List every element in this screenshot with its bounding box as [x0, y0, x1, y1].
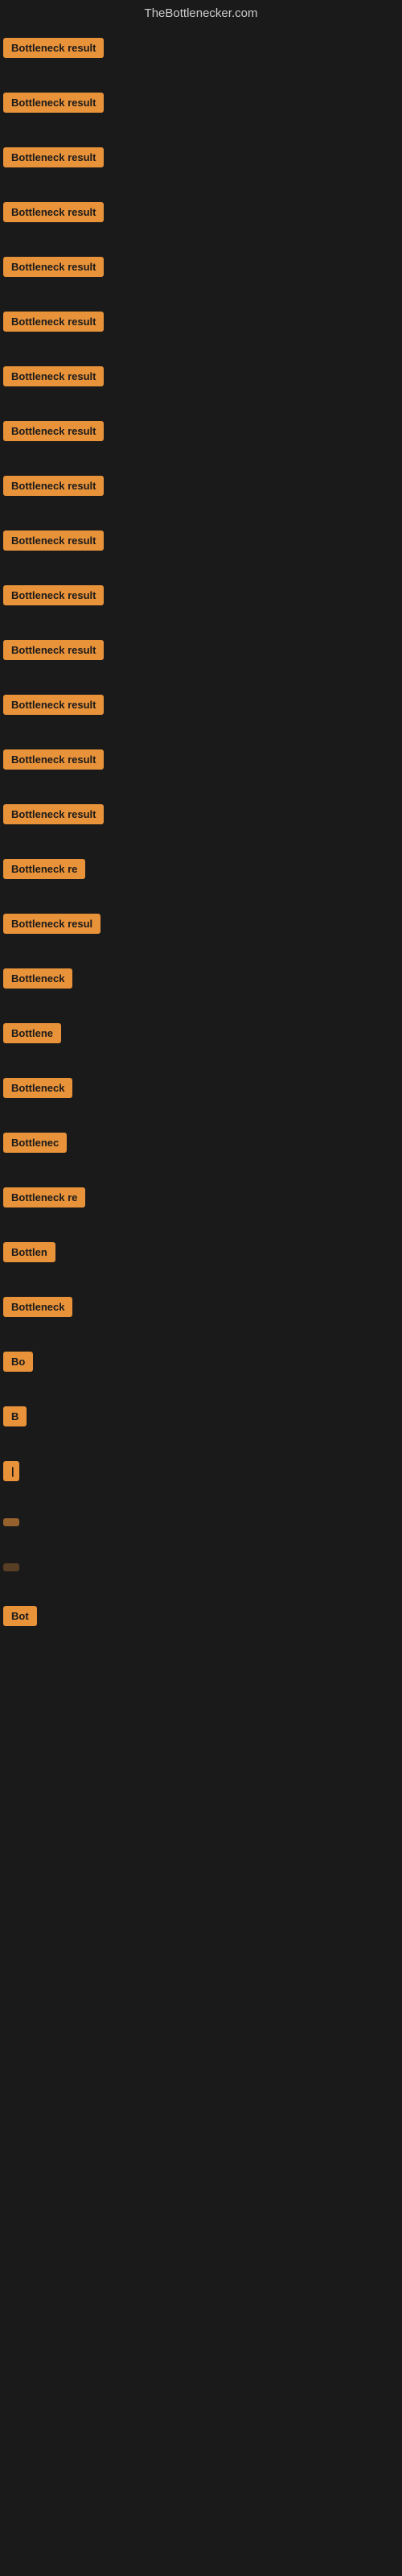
bottleneck-badge[interactable]: Bottleneck — [3, 1078, 72, 1098]
list-item[interactable]: Bottleneck result — [3, 30, 402, 85]
bottleneck-badge[interactable]: | — [3, 1461, 19, 1481]
list-item[interactable]: Bottleneck result — [3, 741, 402, 796]
site-title: TheBottlenecker.com — [145, 6, 258, 20]
list-item[interactable] — [3, 1553, 402, 1598]
list-item[interactable]: Bottleneck result — [3, 522, 402, 577]
bottleneck-badge[interactable]: Bottleneck result — [3, 585, 104, 605]
bottleneck-badge[interactable]: Bottleneck re — [3, 1187, 85, 1208]
bottleneck-badge[interactable] — [3, 1563, 19, 1571]
bottleneck-badge[interactable]: Bo — [3, 1352, 33, 1372]
bottleneck-badge[interactable]: Bottleneck result — [3, 312, 104, 332]
list-item[interactable]: Bottleneck result — [3, 413, 402, 468]
bottleneck-badge[interactable]: B — [3, 1406, 27, 1426]
bottleneck-badge[interactable]: Bottleneck — [3, 968, 72, 989]
bottleneck-badge[interactable]: Bottleneck result — [3, 476, 104, 496]
bottleneck-list: Bottleneck result Bottleneck result Bottle… — [0, 30, 402, 1653]
list-item[interactable]: Bottlen — [3, 1234, 402, 1289]
list-item[interactable]: Bottleneck result — [3, 468, 402, 522]
list-item[interactable]: Bottleneck result — [3, 796, 402, 851]
list-item[interactable]: Bottleneck result — [3, 139, 402, 194]
list-item[interactable]: Bottleneck result — [3, 303, 402, 358]
list-item[interactable]: Bottleneck result — [3, 358, 402, 413]
list-item[interactable]: Bo — [3, 1344, 402, 1398]
list-item[interactable]: Bottleneck result — [3, 632, 402, 687]
list-item[interactable] — [3, 1508, 402, 1553]
list-item[interactable]: Bottleneck result — [3, 577, 402, 632]
bottleneck-badge[interactable]: Bottleneck result — [3, 804, 104, 824]
bottleneck-badge[interactable]: Bottleneck — [3, 1297, 72, 1317]
list-item[interactable]: B — [3, 1398, 402, 1453]
bottleneck-badge[interactable]: Bottleneck result — [3, 640, 104, 660]
site-header: TheBottlenecker.com — [0, 0, 402, 30]
bottleneck-badge[interactable]: Bottleneck resul — [3, 914, 100, 934]
bottleneck-badge[interactable]: Bottleneck result — [3, 38, 104, 58]
list-item[interactable]: Bottleneck re — [3, 851, 402, 906]
list-item[interactable]: Bottleneck result — [3, 249, 402, 303]
bottleneck-badge[interactable]: Bot — [3, 1606, 37, 1626]
bottleneck-badge[interactable]: Bottleneck re — [3, 859, 85, 879]
bottleneck-badge[interactable]: Bottleneck result — [3, 695, 104, 715]
bottleneck-badge[interactable]: Bottleneck result — [3, 257, 104, 277]
bottleneck-badge[interactable]: Bottleneck result — [3, 202, 104, 222]
list-item[interactable]: Bottlene — [3, 1015, 402, 1070]
bottleneck-badge[interactable]: Bottlen — [3, 1242, 55, 1262]
list-item[interactable]: Bottleneck resul — [3, 906, 402, 960]
bottleneck-badge[interactable] — [3, 1518, 19, 1526]
list-item[interactable]: Bottleneck — [3, 1070, 402, 1125]
list-item[interactable]: Bottleneck result — [3, 687, 402, 741]
bottleneck-badge[interactable]: Bottlenec — [3, 1133, 67, 1153]
bottleneck-badge[interactable]: Bottleneck result — [3, 366, 104, 386]
list-item[interactable]: Bottlenec — [3, 1125, 402, 1179]
bottleneck-badge[interactable]: Bottlene — [3, 1023, 61, 1043]
list-item[interactable]: Bottleneck result — [3, 194, 402, 249]
bottleneck-badge[interactable]: Bottleneck result — [3, 530, 104, 551]
list-item[interactable]: | — [3, 1453, 402, 1508]
list-item[interactable]: Bottleneck — [3, 1289, 402, 1344]
bottleneck-badge[interactable]: Bottleneck result — [3, 93, 104, 113]
list-item[interactable]: Bottleneck result — [3, 85, 402, 139]
list-item[interactable]: Bottleneck — [3, 960, 402, 1015]
list-item[interactable]: Bot — [3, 1598, 402, 1653]
list-item[interactable]: Bottleneck re — [3, 1179, 402, 1234]
bottleneck-badge[interactable]: Bottleneck result — [3, 147, 104, 167]
bottleneck-badge[interactable]: Bottleneck result — [3, 749, 104, 770]
bottleneck-badge[interactable]: Bottleneck result — [3, 421, 104, 441]
